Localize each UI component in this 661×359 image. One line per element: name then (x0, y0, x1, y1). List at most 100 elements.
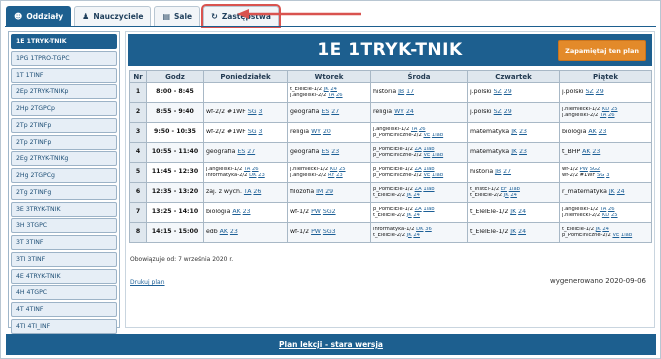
room-link[interactable]: 1lab (432, 153, 443, 158)
teacher-link[interactable]: KD (602, 213, 609, 218)
teacher-link[interactable]: JB (398, 89, 404, 95)
room-link[interactable]: 23 (331, 149, 339, 155)
teacher-link[interactable]: JK (407, 193, 412, 198)
sidebar-item[interactable]: 4T 4TINF (11, 302, 117, 317)
room-link[interactable]: 23 (592, 149, 600, 155)
room-link[interactable]: 29 (504, 109, 512, 115)
sidebar-item[interactable]: 2Tp 2TINFp (11, 117, 117, 133)
teacher-link[interactable]: ZA (415, 147, 422, 152)
sidebar-item[interactable]: 3H 3TGPC (11, 218, 117, 234)
room-link[interactable]: SG2 (590, 167, 601, 172)
teacher-link[interactable]: ZA (415, 207, 422, 212)
teacher-link[interactable]: TA (600, 207, 606, 212)
teacher-link[interactable]: ES (237, 149, 245, 155)
room-link[interactable]: 29 (504, 89, 512, 95)
teacher-link[interactable]: JB (495, 169, 501, 175)
sidebar-item[interactable]: 1T 1TINF (11, 67, 117, 83)
teacher-link[interactable]: VE (423, 153, 430, 158)
room-link[interactable]: 27 (503, 169, 511, 175)
room-link[interactable]: 23 (258, 173, 265, 178)
teacher-link[interactable]: JK (407, 213, 412, 218)
room-link[interactable]: 3 (259, 109, 263, 115)
teacher-link[interactable]: AK (220, 229, 228, 235)
room-link[interactable]: 1lab (423, 187, 434, 192)
room-link[interactable]: 1lab (423, 147, 434, 152)
room-link[interactable]: SG2 (323, 209, 336, 215)
room-link[interactable]: 24 (602, 227, 609, 232)
tab-nauczyciele[interactable]: ♟ Nauczyciele (74, 6, 152, 26)
teacher-link[interactable]: PW (311, 209, 321, 215)
sidebar-item[interactable]: 2Hg 2TGPCg (11, 168, 117, 183)
teacher-link[interactable]: WY (394, 109, 404, 115)
teacher-link[interactable]: VE (612, 233, 619, 238)
room-link[interactable]: 24 (518, 229, 526, 235)
room-link[interactable]: 20 (323, 129, 331, 135)
sidebar-item[interactable]: 4E 4TRYK-TNIK (11, 268, 117, 284)
teacher-link[interactable]: AK (582, 149, 590, 155)
teacher-link[interactable]: AK (232, 209, 240, 215)
teacher-link[interactable]: SG (597, 173, 604, 178)
room-link[interactable]: 1lab (423, 207, 434, 212)
print-plan-link[interactable]: Drukuj plan (130, 279, 165, 286)
teacher-link[interactable]: TA (328, 93, 334, 98)
room-link[interactable]: 23 (519, 129, 527, 135)
room-link[interactable]: 1lab (621, 233, 632, 238)
room-link[interactable]: 24 (413, 213, 420, 218)
tab-oddzialy[interactable]: ☻ Oddziały (6, 6, 72, 26)
teacher-link[interactable]: TA (411, 127, 417, 132)
room-link[interactable]: 3 (606, 173, 609, 178)
room-link[interactable]: 23 (336, 173, 343, 178)
teacher-link[interactable]: VE (423, 133, 430, 138)
teacher-link[interactable]: SG (248, 109, 257, 115)
sidebar-item[interactable]: 2Eg 2TRYK-TNIKg (11, 151, 117, 167)
teacher-link[interactable]: IM (316, 189, 323, 195)
teacher-link[interactable]: RY (328, 173, 334, 178)
teacher-link[interactable]: VE (423, 173, 430, 178)
room-link[interactable]: 1lab (509, 187, 520, 192)
teacher-link[interactable]: JK (511, 129, 517, 135)
room-link[interactable]: 36 (425, 227, 432, 232)
room-link[interactable]: 23 (243, 209, 251, 215)
old-version-link[interactable]: Plan lekcji - stara wersja (279, 340, 383, 349)
teacher-link[interactable]: TA (244, 189, 252, 195)
room-link[interactable]: 26 (336, 93, 343, 98)
teacher-link[interactable]: ES (321, 149, 329, 155)
room-link[interactable]: 26 (608, 113, 615, 118)
teacher-link[interactable]: PW (311, 229, 321, 235)
teacher-link[interactable]: DK (249, 173, 256, 178)
teacher-link[interactable]: EF (501, 187, 507, 192)
teacher-link[interactable]: DK (416, 227, 423, 232)
teacher-link[interactable]: PW (580, 167, 588, 172)
room-link[interactable]: 27 (247, 149, 255, 155)
sidebar-item[interactable]: 1E 1TRYK-TNIK (11, 34, 117, 49)
teacher-link[interactable]: ZA (415, 187, 422, 192)
room-link[interactable]: 24 (518, 209, 526, 215)
teacher-link[interactable]: ZA (415, 167, 422, 172)
room-link[interactable]: 24 (413, 193, 420, 198)
teacher-link[interactable]: ES (321, 109, 329, 115)
sidebar-item[interactable]: 3T 3TINF (11, 235, 117, 250)
teacher-link[interactable]: JK (596, 227, 601, 232)
tab-sale[interactable]: ▤ Sale (154, 6, 201, 26)
sidebar-item[interactable]: 4H 4TGPC (11, 285, 117, 301)
room-link[interactable]: 26 (608, 207, 615, 212)
teacher-link[interactable]: WY (311, 129, 321, 135)
sidebar-item[interactable]: 2Ep 2TRYK-TNIKp (11, 84, 117, 100)
teacher-link[interactable]: SG (248, 129, 257, 135)
teacher-link[interactable]: JK (504, 193, 509, 198)
room-link[interactable]: 23 (519, 149, 527, 155)
room-link[interactable]: 25 (339, 167, 346, 172)
room-link[interactable]: 29 (596, 89, 604, 95)
room-link[interactable]: 23 (230, 229, 238, 235)
room-link[interactable]: 24 (406, 109, 414, 115)
save-plan-button[interactable]: Zapamiętaj ten plan (558, 40, 646, 61)
teacher-link[interactable]: JK (609, 189, 615, 195)
teacher-link[interactable]: JK (511, 149, 517, 155)
teacher-link[interactable]: JK (510, 209, 516, 215)
teacher-link[interactable]: SZ (586, 89, 594, 95)
room-link[interactable]: 29 (325, 189, 333, 195)
room-link[interactable]: 24 (617, 189, 625, 195)
sidebar-item[interactable]: 3E 3TRYK-TNIK (11, 201, 117, 217)
sidebar-item[interactable]: 3TI 3TINF (11, 251, 117, 267)
room-link[interactable]: 25 (611, 107, 618, 112)
